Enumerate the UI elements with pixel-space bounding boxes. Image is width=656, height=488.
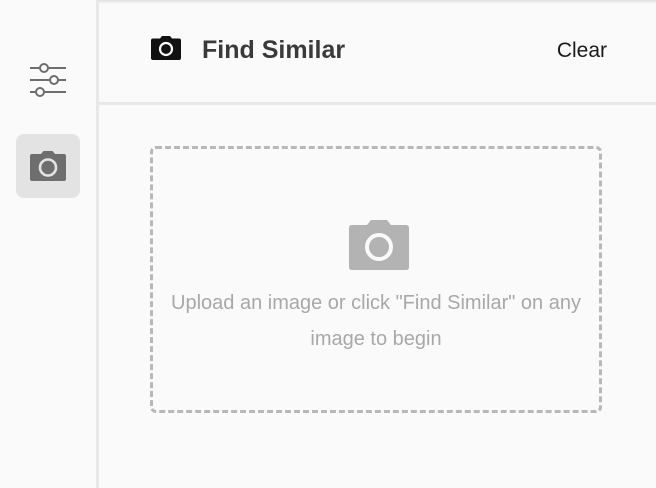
camera-icon (30, 151, 66, 181)
sliders-icon (30, 63, 66, 97)
panel-header: Find Similar Clear (99, 0, 656, 102)
find-similar-panel: Find Similar Clear Upload an image or cl… (0, 0, 656, 488)
find-similar-rail-button[interactable] (16, 134, 80, 198)
header-divider (99, 102, 656, 105)
dropzone-message: Upload an image or click "Find Similar" … (171, 292, 581, 350)
camera-icon (151, 36, 181, 60)
image-upload-dropzone[interactable]: Upload an image or click "Find Similar" … (150, 146, 602, 413)
filters-button[interactable] (16, 48, 80, 112)
camera-icon (349, 220, 409, 270)
side-rail (0, 0, 96, 488)
clear-button[interactable]: Clear (557, 37, 607, 65)
panel-title: Find Similar (202, 36, 346, 64)
